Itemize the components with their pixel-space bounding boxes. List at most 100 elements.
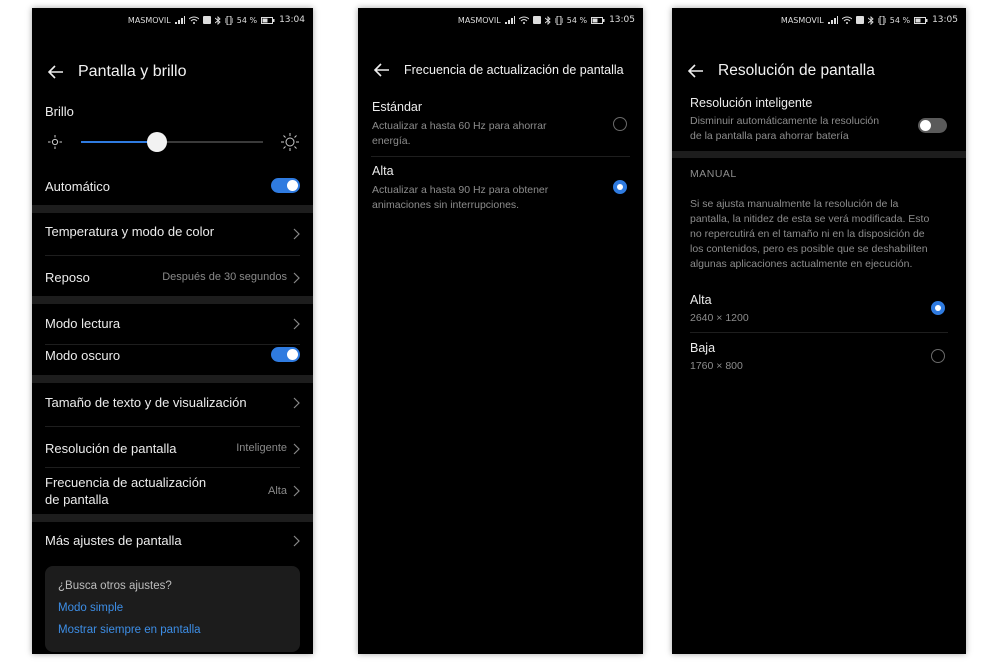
back-arrow-icon[interactable] xyxy=(370,58,394,82)
card-question: ¿Busca otros ajustes? xyxy=(58,580,172,592)
automatic-label: Automático xyxy=(45,179,111,194)
option-standard-title: Estándar xyxy=(372,100,423,114)
text-size-label: Tamaño de texto y de visualización xyxy=(45,395,247,410)
chevron-right-icon xyxy=(293,397,300,409)
page-title: Frecuencia de actualización de pantalla xyxy=(404,63,624,77)
option-high-title: Alta xyxy=(690,293,712,307)
reading-mode-label: Modo lectura xyxy=(45,316,121,331)
vibrate-icon xyxy=(554,15,563,25)
phone-screen-pantalla-y-brillo: MASMOVIL 54 % 13:04 Pantalla y brillo Br… xyxy=(32,8,313,654)
chevron-right-icon xyxy=(293,535,300,547)
automatic-toggle[interactable] xyxy=(271,178,300,193)
header: Resolución de pantalla xyxy=(672,51,966,91)
clock: 13:05 xyxy=(932,15,958,25)
brightness-slider[interactable] xyxy=(81,132,263,152)
radio-high[interactable] xyxy=(613,180,627,194)
back-arrow-icon[interactable] xyxy=(44,60,68,84)
more-settings-row[interactable]: Más ajustes de pantalla xyxy=(32,522,313,562)
smart-resolution-toggle[interactable] xyxy=(918,118,947,133)
bluetooth-icon xyxy=(867,15,874,25)
simple-mode-link[interactable]: Modo simple xyxy=(58,602,123,614)
signal-icon xyxy=(504,16,515,24)
page-title: Pantalla y brillo xyxy=(78,63,187,80)
brightness-slider-fill xyxy=(81,141,157,143)
status-bar: MASMOVIL 54 % 13:05 xyxy=(358,8,643,32)
radio-low[interactable] xyxy=(931,349,945,363)
clock: 13:04 xyxy=(279,15,305,25)
option-high-title: Alta xyxy=(372,164,394,178)
brightness-label: Brillo xyxy=(45,104,74,119)
wifi-icon xyxy=(518,16,529,24)
more-settings-label: Más ajustes de pantalla xyxy=(45,533,182,548)
refresh-rate-label-line2: de pantalla xyxy=(45,492,109,507)
refresh-rate-label-line1: Frecuencia de actualización xyxy=(45,475,207,490)
option-standard-desc-line1: Actualizar a hasta 60 Hz para ahorrar xyxy=(372,120,547,132)
header: Pantalla y brillo xyxy=(32,52,313,92)
carrier-label: MASMOVIL xyxy=(780,15,824,25)
section-divider xyxy=(32,514,313,522)
option-low[interactable]: Baja 1760 × 800 xyxy=(672,338,966,380)
vibrate-icon xyxy=(877,15,886,25)
option-high-value: 2640 × 1200 xyxy=(690,312,749,324)
radio-standard[interactable] xyxy=(613,117,627,131)
battery-icon xyxy=(591,16,605,24)
clock: 13:05 xyxy=(609,15,635,25)
notification-icon xyxy=(202,16,211,24)
radio-high[interactable] xyxy=(931,301,945,315)
refresh-rate-value: Alta xyxy=(268,485,287,497)
option-low-value: 1760 × 800 xyxy=(690,360,743,372)
signal-icon xyxy=(827,16,838,24)
sleep-label: Reposo xyxy=(45,270,90,285)
reading-mode-row[interactable]: Modo lectura xyxy=(32,304,313,344)
battery-icon xyxy=(914,16,928,24)
sleep-row[interactable]: Reposo Después de 30 segundos xyxy=(32,256,313,296)
phone-screen-frecuencia: MASMOVIL 54 % 13:05 Frecuencia de actual… xyxy=(358,8,643,654)
refresh-rate-row[interactable]: Frecuencia de actualización de pantalla … xyxy=(32,468,313,514)
bluetooth-icon xyxy=(544,15,551,25)
always-on-display-link[interactable]: Mostrar siempre en pantalla xyxy=(58,624,201,636)
wifi-icon xyxy=(841,16,852,24)
phone-screen-resolucion: MASMOVIL 54 % 13:05 Resolución de pantal… xyxy=(672,8,966,654)
smart-resolution-title: Resolución inteligente xyxy=(690,96,813,110)
option-high[interactable]: Alta 2640 × 1200 xyxy=(672,290,966,332)
smart-resolution-row[interactable]: Resolución inteligente Disminuir automát… xyxy=(672,94,966,150)
resolution-value: Inteligente xyxy=(236,442,287,454)
back-arrow-icon[interactable] xyxy=(684,59,708,83)
battery-percent: 54 % xyxy=(889,15,911,25)
option-high[interactable]: Alta Actualizar a hasta 90 Hz para obten… xyxy=(358,158,643,216)
manual-desc-line3: no repercutirá en el tamaño ni en la dis… xyxy=(690,228,925,240)
signal-icon xyxy=(174,16,185,24)
smart-resolution-desc-line2: de la pantalla para ahorrar batería xyxy=(690,130,849,142)
status-bar: MASMOVIL 54 % 13:05 xyxy=(672,8,966,32)
carrier-label: MASMOVIL xyxy=(127,15,171,25)
header: Frecuencia de actualización de pantalla xyxy=(358,50,643,90)
battery-percent: 54 % xyxy=(236,15,258,25)
option-standard[interactable]: Estándar Actualizar a hasta 60 Hz para a… xyxy=(358,94,643,152)
row-divider xyxy=(45,344,300,345)
vibrate-icon xyxy=(224,15,233,25)
dark-mode-label: Modo oscuro xyxy=(45,348,121,363)
brightness-high-icon xyxy=(281,133,299,156)
page-title: Resolución de pantalla xyxy=(718,62,875,79)
section-divider xyxy=(32,205,313,213)
row-divider xyxy=(690,332,948,333)
section-divider xyxy=(32,375,313,383)
text-size-row[interactable]: Tamaño de texto y de visualización xyxy=(32,383,313,423)
smart-resolution-desc-line1: Disminuir automáticamente la resolución xyxy=(690,115,880,127)
brightness-slider-knob[interactable] xyxy=(147,132,167,152)
section-divider xyxy=(32,296,313,304)
row-divider xyxy=(371,156,630,157)
option-standard-desc-line2: energía. xyxy=(372,135,411,147)
notification-icon xyxy=(855,16,864,24)
resolution-row[interactable]: Resolución de pantalla Inteligente xyxy=(32,427,313,467)
sleep-value: Después de 30 segundos xyxy=(162,271,287,283)
temperature-row[interactable]: Temperatura y modo de color xyxy=(32,213,313,253)
option-high-desc-line1: Actualizar a hasta 90 Hz para obtener xyxy=(372,184,549,196)
brightness-low-icon xyxy=(48,135,62,154)
status-bar: MASMOVIL 54 % 13:04 xyxy=(32,8,313,32)
chevron-right-icon xyxy=(293,318,300,330)
carrier-label: MASMOVIL xyxy=(457,15,501,25)
battery-percent: 54 % xyxy=(566,15,588,25)
dark-mode-toggle[interactable] xyxy=(271,347,300,362)
chevron-right-icon xyxy=(293,272,300,284)
